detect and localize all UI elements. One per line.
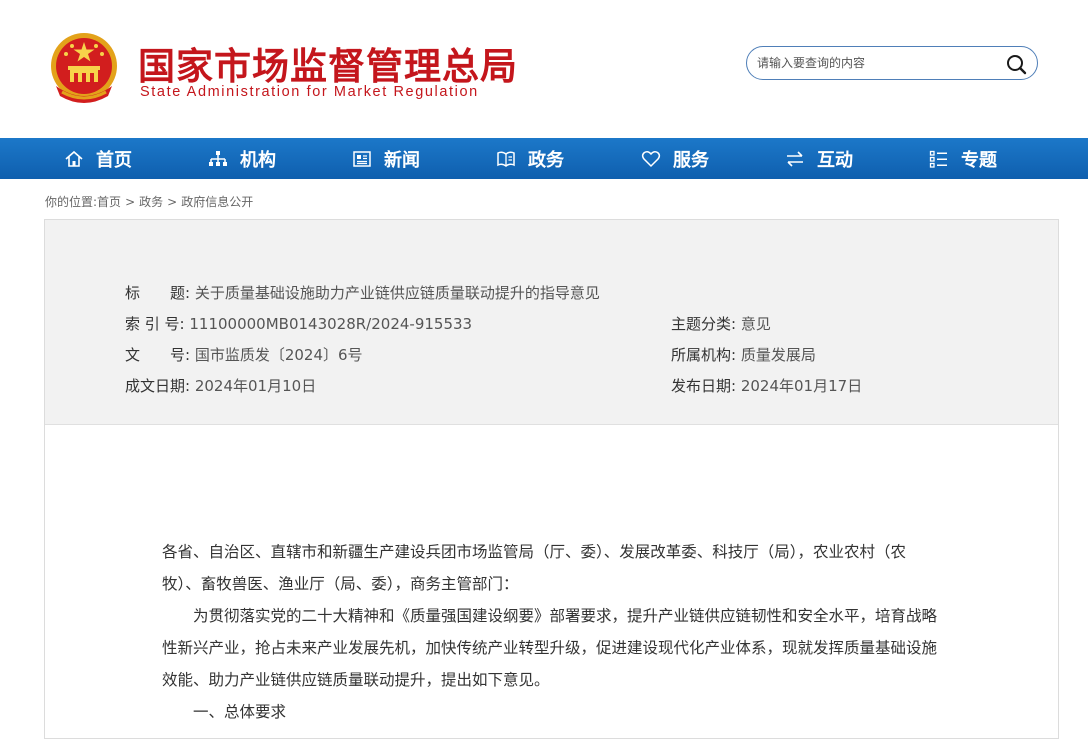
meta-title-value: 关于质量基础设施助力产业链供应链质量联动提升的指导意见 <box>194 284 600 302</box>
heart-icon <box>641 150 661 167</box>
org-chart-icon <box>209 150 227 166</box>
site-title: 国家市场监督管理总局 <box>138 45 518 88</box>
meta-published-label: 发布日期: <box>671 377 737 395</box>
meta-category-row: 主题分类: 意见 <box>671 313 771 334</box>
nav-label: 互动 <box>817 149 853 171</box>
meta-index-row: 索 引 号: 11100000MB0143028R/2024-915533 <box>125 313 472 334</box>
nav-item-org[interactable]: 机构 <box>208 138 276 179</box>
meta-created-row: 成文日期: 2024年01月10日 <box>125 375 316 396</box>
meta-published-value: 2024年01月17日 <box>740 377 863 395</box>
meta-agency-value: 质量发展局 <box>740 346 816 364</box>
nav-label: 政务 <box>528 149 564 171</box>
meta-agency-row: 所属机构: 质量发展局 <box>671 344 816 365</box>
main-nav: 首页 机构 新闻 政务 服务 互动 专题 <box>0 138 1088 179</box>
nav-item-news[interactable]: 新闻 <box>352 138 420 179</box>
breadcrumb-separator: > <box>167 195 178 209</box>
national-emblem-icon[interactable] <box>48 30 120 108</box>
nav-item-home[interactable]: 首页 <box>64 138 132 179</box>
search-icon[interactable] <box>1005 53 1027 75</box>
meta-published-row: 发布日期: 2024年01月17日 <box>671 375 862 396</box>
site-header: 国家市场监督管理总局 State Administration for Mark… <box>0 0 1088 138</box>
book-icon <box>497 150 515 167</box>
search-box <box>746 46 1038 80</box>
breadcrumb-home[interactable]: 首页 <box>97 195 121 209</box>
nav-label: 专题 <box>961 149 997 171</box>
meta-title-row: 标 题: 关于质量基础设施助力产业链供应链质量联动提升的指导意见 <box>125 282 600 303</box>
nav-label: 首页 <box>96 149 132 171</box>
nav-item-gov[interactable]: 政务 <box>496 138 564 179</box>
nav-item-topics[interactable]: 专题 <box>929 138 997 179</box>
meta-category-value: 意见 <box>740 315 771 333</box>
article-body: 各省、自治区、直辖市和新疆生产建设兵团市场监管局（厅、委）、发展改革委、科技厅（… <box>162 536 944 728</box>
meta-docno-value: 国市监质发〔2024〕6号 <box>194 346 363 364</box>
addressee-paragraph: 各省、自治区、直辖市和新疆生产建设兵团市场监管局（厅、委）、发展改革委、科技厅（… <box>162 543 907 593</box>
document-metadata: 标 题: 关于质量基础设施助力产业链供应链质量联动提升的指导意见 索 引 号: … <box>45 220 1058 425</box>
breadcrumb: 你的位置:首页 > 政务 > 政府信息公开 <box>45 193 253 210</box>
newspaper-icon <box>353 150 371 167</box>
meta-docno-label: 文 号: <box>125 346 191 364</box>
meta-title-label: 标 题: <box>125 284 191 302</box>
search-input[interactable] <box>757 53 997 73</box>
breadcrumb-gov[interactable]: 政务 <box>139 195 163 209</box>
meta-docno-row: 文 号: 国市监质发〔2024〕6号 <box>125 344 363 365</box>
meta-created-value: 2024年01月10日 <box>194 377 317 395</box>
home-icon <box>65 150 83 167</box>
nav-item-interact[interactable]: 互动 <box>785 138 853 179</box>
intro-paragraph: 为贯彻落实党的二十大精神和《质量强国建设纲要》部署要求，提升产业链供应链韧性和安… <box>162 607 938 689</box>
section-heading: 一、总体要求 <box>193 703 287 721</box>
meta-agency-label: 所属机构: <box>671 346 737 364</box>
nav-label: 机构 <box>240 149 276 171</box>
breadcrumb-info-disclosure[interactable]: 政府信息公开 <box>181 195 253 209</box>
nav-label: 服务 <box>673 149 709 171</box>
nav-label: 新闻 <box>384 149 420 171</box>
article-frame: 标 题: 关于质量基础设施助力产业链供应链质量联动提升的指导意见 索 引 号: … <box>44 219 1059 739</box>
breadcrumb-separator: > <box>125 195 136 209</box>
breadcrumb-prefix: 你的位置: <box>45 195 98 209</box>
meta-index-label: 索 引 号: <box>125 315 185 333</box>
exchange-arrows-icon <box>787 150 803 167</box>
meta-category-label: 主题分类: <box>671 315 737 333</box>
meta-created-label: 成文日期: <box>125 377 191 395</box>
list-icon <box>929 150 947 168</box>
meta-index-value: 11100000MB0143028R/2024-915533 <box>189 315 473 333</box>
nav-item-service[interactable]: 服务 <box>641 138 709 179</box>
site-subtitle: State Administration for Market Regulati… <box>140 84 479 100</box>
